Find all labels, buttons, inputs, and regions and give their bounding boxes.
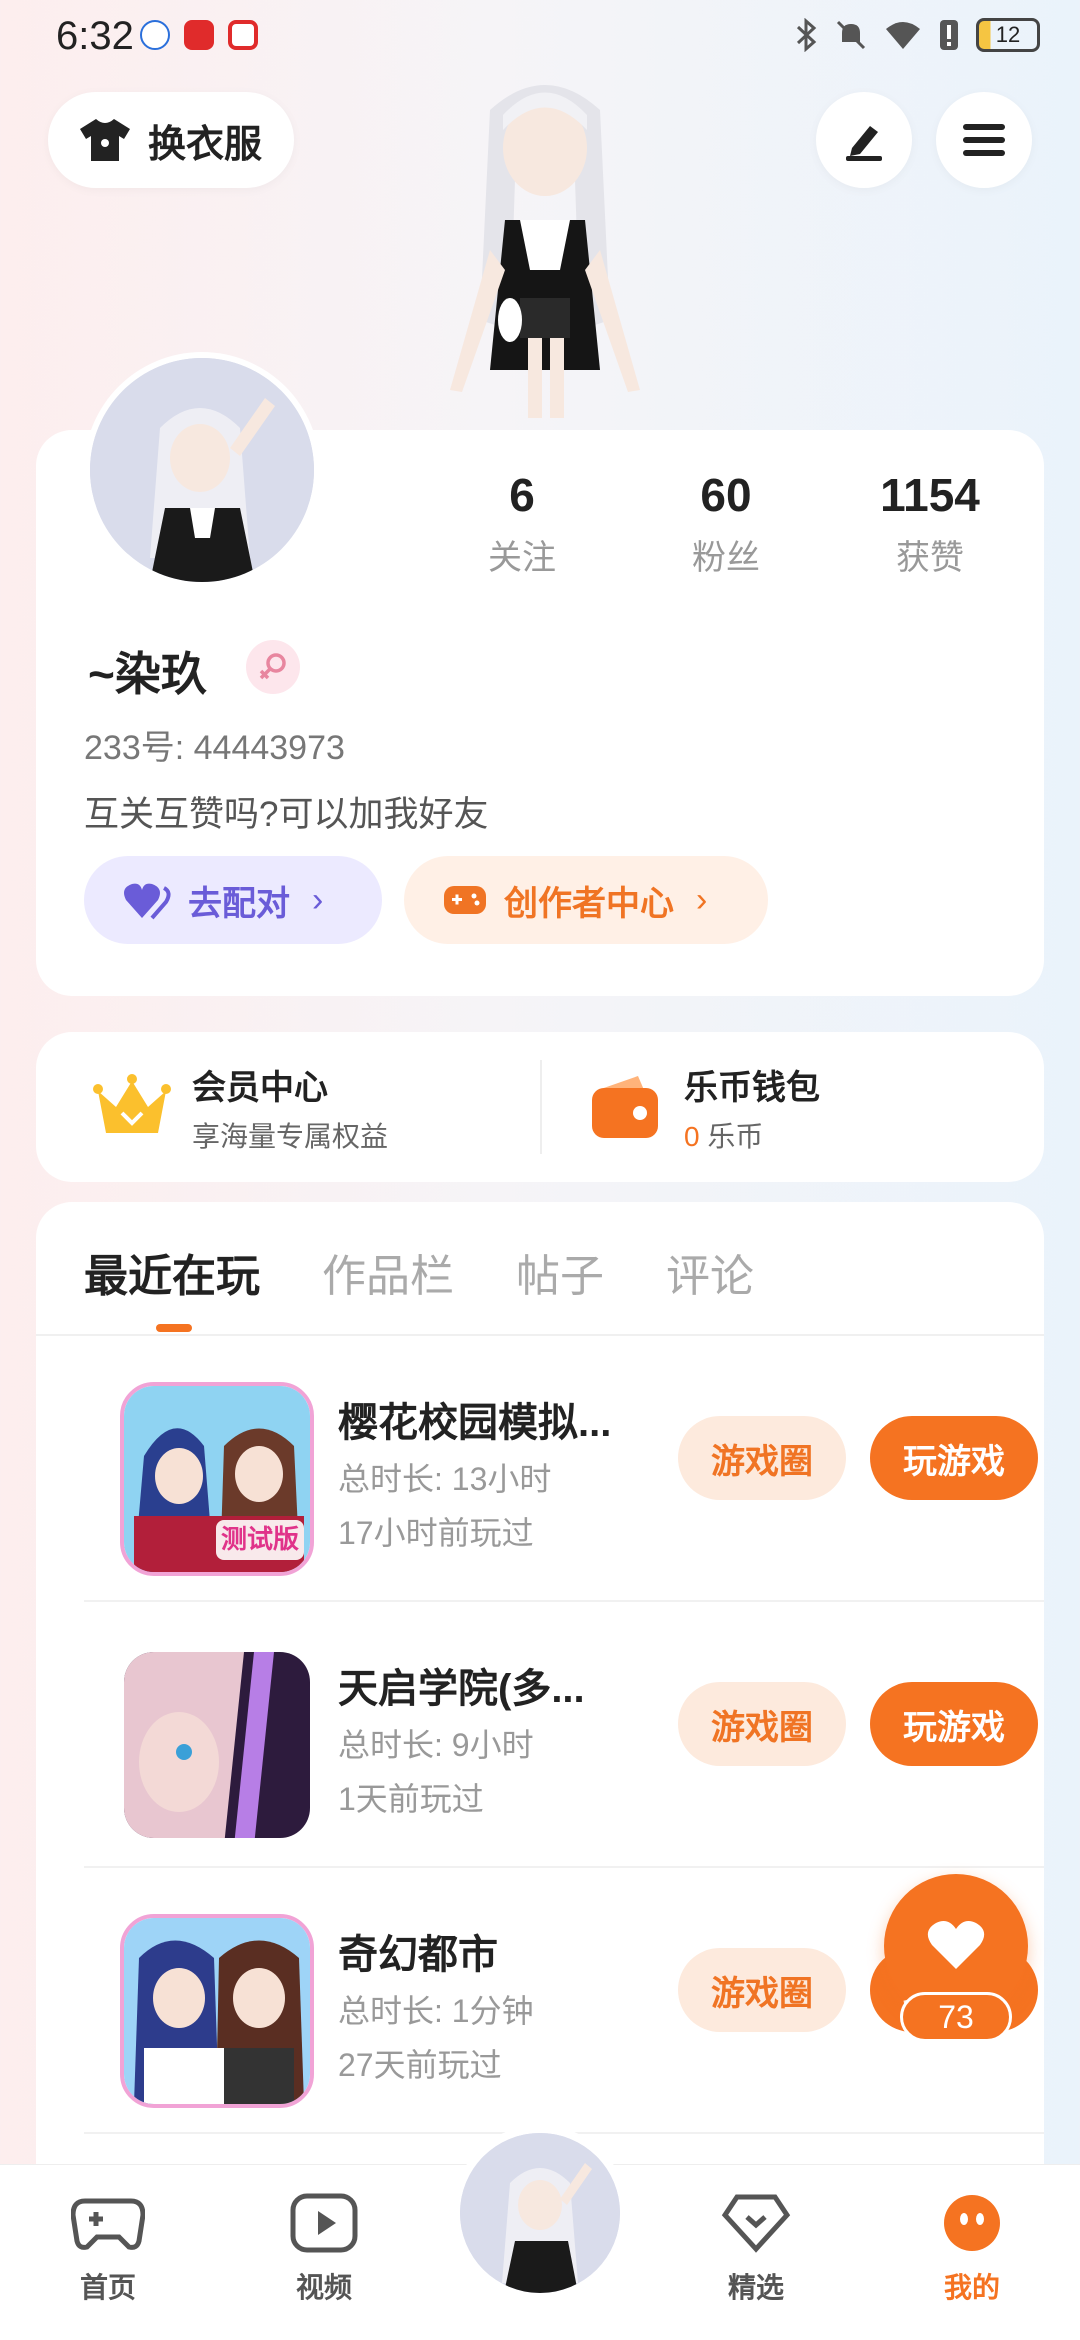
nav-featured-label: 精选 bbox=[727, 2272, 784, 2303]
wallet-entry[interactable]: 乐币钱包 0 乐币 bbox=[588, 1032, 820, 1182]
wifi-icon bbox=[886, 22, 920, 49]
game-last-played: 27天前玩过 bbox=[338, 2047, 502, 2083]
pen-icon bbox=[846, 126, 882, 161]
game-row[interactable]: 测试版 樱花校园模拟... 总时长: 13小时 17小时前玩过 游戏圈 玩游戏 bbox=[84, 1336, 1044, 1602]
tab-posts[interactable]: 帖子 bbox=[516, 1240, 604, 1304]
status-indicators: 12 bbox=[794, 18, 1040, 52]
likes-stat[interactable]: 1154 获赞 bbox=[840, 468, 1020, 579]
game-name: 天启学院(多... bbox=[338, 1667, 585, 1711]
test-version-label: 测试版 bbox=[221, 1524, 299, 1554]
wallet-balance: 0 乐币 bbox=[684, 1115, 820, 1155]
user-id: 233号: 44443973 bbox=[84, 729, 345, 767]
match-label: 去配对 bbox=[188, 884, 290, 923]
change-outfit-button[interactable]: 换衣服 bbox=[48, 92, 294, 188]
status-app-icons bbox=[140, 20, 258, 50]
heart-diamond-icon bbox=[721, 2194, 791, 2253]
game-duration: 总时长: 9小时 bbox=[338, 1727, 534, 1763]
member-wallet-card: 会员中心 享海量专属权益 乐币钱包 0 乐币 bbox=[36, 1032, 1044, 1182]
status-bar: 6:32 12 bbox=[0, 0, 1080, 80]
tab-recently-played[interactable]: 最近在玩 bbox=[84, 1240, 260, 1304]
nickname: ~染玖 bbox=[88, 648, 207, 700]
vip-subtitle: 享海量专属权益 bbox=[192, 1120, 389, 1152]
nav-mine[interactable]: 我的 bbox=[912, 2193, 1032, 2306]
nav-mine-label: 我的 bbox=[943, 2272, 1000, 2303]
battery-icon: 12 bbox=[976, 18, 1040, 52]
vip-title: 会员中心 bbox=[192, 1068, 328, 1107]
nav-avatar-button[interactable] bbox=[452, 2125, 628, 2301]
play-icon bbox=[290, 2193, 358, 2253]
game-circle-button[interactable]: 游戏圈 bbox=[678, 1416, 846, 1500]
nav-featured[interactable]: 精选 bbox=[696, 2193, 816, 2306]
game-icon[interactable] bbox=[120, 1914, 314, 2108]
following-stat[interactable]: 6 关注 bbox=[432, 468, 612, 579]
bottom-nav: 首页 视频 精选 我的 bbox=[0, 2125, 1080, 2340]
heart-pair-icon bbox=[124, 883, 171, 920]
nav-home[interactable]: 首页 bbox=[48, 2193, 168, 2306]
game-icon[interactable] bbox=[120, 1648, 314, 1842]
following-label: 关注 bbox=[488, 539, 556, 577]
bluetooth-icon bbox=[796, 18, 817, 52]
alert-icon bbox=[940, 20, 958, 50]
avatar-3d-character[interactable] bbox=[410, 70, 680, 430]
nav-video-label: 视频 bbox=[295, 2272, 352, 2303]
nav-video[interactable]: 视频 bbox=[264, 2193, 384, 2306]
gamepad-icon bbox=[70, 2198, 146, 2250]
creator-center-button[interactable]: 创作者中心 › bbox=[404, 856, 768, 944]
game-last-played: 1天前玩过 bbox=[338, 1781, 484, 1817]
user-bio: 互关互赞吗?可以加我好友 bbox=[84, 795, 489, 834]
edit-profile-button[interactable] bbox=[816, 92, 912, 188]
wallet-icon bbox=[592, 1076, 658, 1138]
game-name: 奇幻都市 bbox=[338, 1933, 498, 1977]
heart-icon bbox=[927, 1921, 985, 1969]
divider bbox=[540, 1060, 542, 1154]
fans-label: 粉丝 bbox=[692, 539, 760, 577]
menu-icon bbox=[963, 124, 1005, 156]
mine-face-icon bbox=[944, 2195, 1000, 2251]
game-duration: 总时长: 13小时 bbox=[338, 1461, 552, 1497]
wallet-unit: 乐币 bbox=[707, 1120, 764, 1152]
play-game-button[interactable]: 玩游戏 bbox=[870, 1416, 1038, 1500]
mute-bell-icon bbox=[836, 20, 866, 50]
play-game-button[interactable]: 玩游戏 bbox=[870, 1682, 1038, 1766]
match-button[interactable]: 去配对 › bbox=[84, 856, 382, 944]
profile-tabs: 最近在玩 作品栏 帖子 评论 bbox=[84, 1240, 754, 1304]
chevron-right-icon: › bbox=[312, 880, 324, 919]
status-time: 6:32 bbox=[56, 14, 134, 58]
wallet-amount: 0 bbox=[684, 1120, 700, 1152]
likes-count: 1154 bbox=[880, 469, 980, 521]
tab-comments[interactable]: 评论 bbox=[666, 1240, 754, 1304]
vip-center-entry[interactable]: 会员中心 享海量专属权益 bbox=[92, 1032, 388, 1182]
menu-button[interactable] bbox=[936, 92, 1032, 188]
chevron-right-icon: › bbox=[696, 880, 708, 919]
like-count-badge: 73 bbox=[900, 1992, 1012, 2042]
wallet-title: 乐币钱包 bbox=[684, 1068, 820, 1107]
game-circle-button[interactable]: 游戏圈 bbox=[678, 1682, 846, 1766]
gamepad-icon bbox=[444, 886, 486, 914]
game-row[interactable]: 天启学院(多... 总时长: 9小时 1天前玩过 游戏圈 玩游戏 bbox=[84, 1602, 1044, 1868]
game-circle-button[interactable]: 游戏圈 bbox=[678, 1948, 846, 2032]
fans-count: 60 bbox=[700, 469, 752, 521]
avatar-image bbox=[90, 358, 314, 582]
likes-label: 获赞 bbox=[896, 539, 964, 577]
game-name: 樱花校园模拟... bbox=[338, 1401, 612, 1445]
ifly-app-icon bbox=[140, 20, 170, 50]
game-last-played: 17小时前玩过 bbox=[338, 1515, 534, 1551]
crown-icon bbox=[93, 1074, 171, 1133]
female-icon bbox=[246, 640, 300, 694]
creator-center-label: 创作者中心 bbox=[504, 884, 674, 923]
red-app-icon bbox=[184, 20, 214, 50]
tab-works[interactable]: 作品栏 bbox=[322, 1240, 454, 1304]
tshirt-icon bbox=[80, 119, 130, 161]
red-square-app-icon bbox=[228, 20, 258, 50]
game-icon[interactable]: 测试版 bbox=[120, 1382, 314, 1576]
profile-avatar[interactable] bbox=[84, 352, 320, 588]
game-duration: 总时长: 1分钟 bbox=[338, 1993, 534, 2029]
avatar-image bbox=[460, 2133, 620, 2293]
fans-stat[interactable]: 60 粉丝 bbox=[636, 468, 816, 579]
following-count: 6 bbox=[509, 469, 535, 521]
tab-indicator bbox=[156, 1324, 192, 1332]
change-outfit-label: 换衣服 bbox=[148, 123, 263, 166]
nav-home-label: 首页 bbox=[79, 2272, 136, 2303]
